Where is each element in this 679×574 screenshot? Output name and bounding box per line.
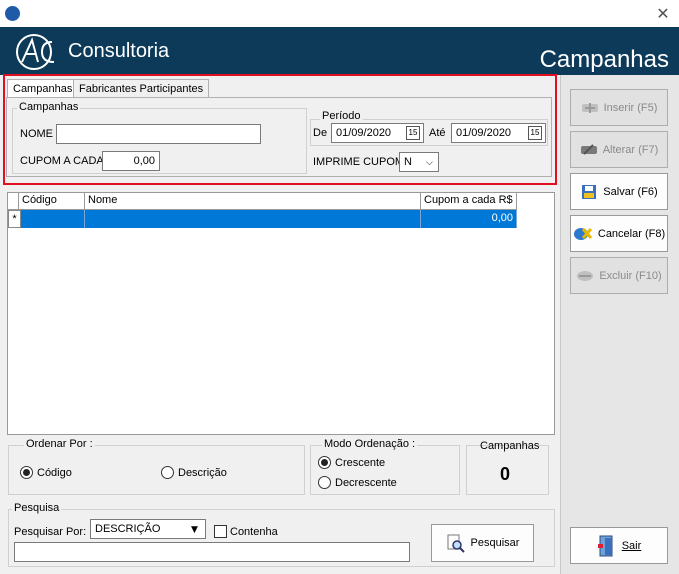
inserir-button[interactable]: Inserir (F5) bbox=[570, 89, 668, 126]
grid-corner bbox=[8, 193, 19, 210]
column-header-cupom[interactable]: Cupom a cada R$ bbox=[421, 193, 517, 210]
cancelar-button-label: Cancelar (F8) bbox=[597, 227, 666, 240]
table-cell-cupom[interactable]: 0,00 bbox=[421, 210, 517, 228]
company-name: Consultoria bbox=[68, 40, 170, 62]
pesquisar-por-value: DESCRIÇÃO bbox=[95, 523, 161, 535]
delete-icon bbox=[577, 270, 594, 281]
column-header-nome[interactable]: Nome bbox=[85, 193, 421, 210]
salvar-button[interactable]: Salvar (F6) bbox=[570, 173, 668, 210]
radio-decrescente[interactable] bbox=[318, 476, 331, 489]
add-icon bbox=[581, 102, 598, 113]
contenha-label: Contenha bbox=[230, 526, 278, 538]
pesquisa-label: Pesquisa bbox=[12, 502, 62, 514]
campanhas-count: 0 bbox=[500, 464, 511, 484]
sair-button-label: Sair bbox=[621, 539, 642, 552]
sair-button[interactable]: Sair bbox=[570, 527, 668, 564]
alterar-button[interactable]: Alterar (F7) bbox=[570, 131, 668, 168]
row-indicator: * bbox=[8, 210, 21, 228]
app-icon bbox=[5, 6, 20, 21]
count-label: Campanhas bbox=[480, 440, 540, 452]
close-icon[interactable]: ✕ bbox=[652, 4, 674, 24]
pesquisar-por-select[interactable]: DESCRIÇÃO ▼ bbox=[90, 519, 206, 539]
pesquisar-button[interactable]: Pesquisar bbox=[431, 524, 534, 562]
pesquisar-por-label: Pesquisar Por: bbox=[14, 526, 87, 538]
radio-codigo-label: Código bbox=[37, 467, 72, 479]
chevron-down-icon: ▼ bbox=[191, 525, 198, 535]
table-cell-nome[interactable] bbox=[85, 210, 421, 228]
title-bar bbox=[0, 0, 679, 27]
excluir-button[interactable]: Excluir (F10) bbox=[570, 257, 668, 294]
page-title: Campanhas bbox=[539, 46, 669, 73]
pesquisar-button-label: Pesquisar bbox=[470, 537, 520, 549]
radio-codigo[interactable] bbox=[20, 466, 33, 479]
radio-decrescente-label: Decrescente bbox=[335, 477, 397, 489]
alterar-button-label: Alterar (F7) bbox=[602, 143, 659, 156]
highlight-box bbox=[3, 74, 557, 185]
radio-descricao-label: Descrição bbox=[178, 467, 227, 479]
edit-icon bbox=[580, 143, 597, 155]
cancelar-button[interactable]: Cancelar (F8) bbox=[570, 215, 668, 252]
radio-descricao[interactable] bbox=[161, 466, 174, 479]
radio-crescente[interactable] bbox=[318, 456, 331, 469]
contenha-checkbox[interactable] bbox=[214, 525, 227, 538]
data-grid[interactable] bbox=[7, 192, 555, 435]
table-cell-codigo[interactable] bbox=[21, 210, 85, 228]
column-header-codigo[interactable]: Código bbox=[19, 193, 85, 210]
salvar-button-label: Salvar (F6) bbox=[603, 185, 658, 198]
cancel-icon bbox=[573, 227, 592, 240]
company-logo-icon bbox=[16, 34, 55, 70]
excluir-button-label: Excluir (F10) bbox=[599, 269, 662, 282]
inserir-button-label: Inserir (F5) bbox=[603, 101, 658, 114]
ordenar-label: Ordenar Por : bbox=[24, 438, 95, 450]
radio-crescente-label: Crescente bbox=[335, 457, 386, 469]
search-input[interactable] bbox=[14, 542, 410, 562]
save-icon bbox=[582, 184, 597, 199]
exit-door-icon bbox=[597, 535, 613, 556]
search-icon bbox=[447, 534, 465, 553]
modo-label: Modo Ordenação : bbox=[322, 438, 418, 450]
